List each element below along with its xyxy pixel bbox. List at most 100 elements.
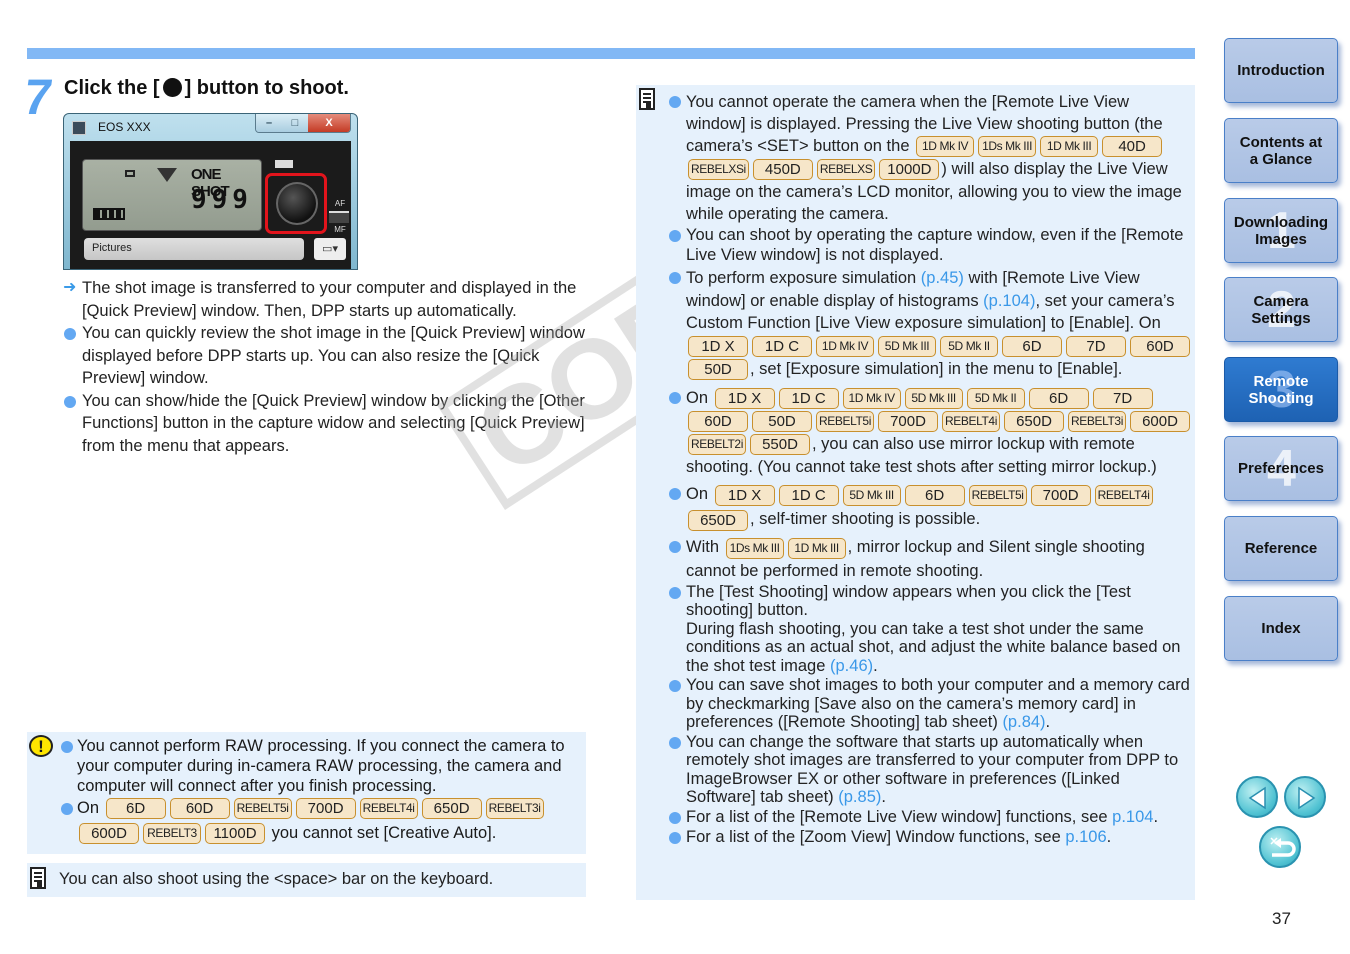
model-badge: 1D Mk III	[1040, 136, 1099, 158]
note-text: You can save shot images to both your co…	[686, 676, 1190, 732]
af-mf-switch[interactable]: AF MF	[329, 199, 351, 235]
shutter-button[interactable]	[276, 182, 318, 225]
bullet-icon	[669, 811, 681, 824]
capture-window-body: ONE SHOT 999 AF MF Pictures ▭▾	[70, 141, 351, 269]
bullet-icon	[61, 741, 73, 753]
caution-text: you cannot set [Creative Auto].	[271, 824, 497, 842]
bullet-icon	[64, 395, 76, 408]
model-badge: 700D	[878, 411, 938, 433]
shutter-button-icon	[162, 78, 182, 97]
model-badge: 40D	[1102, 136, 1163, 158]
maximize-button[interactable]: □	[282, 114, 308, 132]
list-item: You can show/hide the [Quick Preview] wi…	[63, 390, 588, 458]
step-title-prefix: Click the [	[64, 77, 160, 99]
note-text: On	[686, 485, 709, 504]
memo-icon	[639, 88, 655, 110]
bullet-icon	[669, 736, 681, 749]
model-badge: 1D X	[714, 484, 775, 506]
model-badge: 60D	[688, 411, 748, 433]
next-page-button[interactable]	[1284, 776, 1326, 818]
model-badge: 50D	[688, 359, 748, 381]
folder-menu-button[interactable]: ▭▾	[314, 238, 346, 260]
model-badge: REBELT4i	[359, 798, 418, 820]
page-link[interactable]: p.106	[1065, 828, 1106, 846]
lcd-panel: ONE SHOT 999	[82, 159, 262, 231]
model-badge: REBELT4i	[942, 411, 1000, 433]
return-icon	[1270, 837, 1296, 857]
step-body: ➜ The shot image is transferred to your …	[63, 277, 588, 457]
model-badge: 1100D	[205, 823, 265, 845]
nav-preferences[interactable]: 4 Preferences	[1224, 436, 1338, 501]
model-badge: 6D	[105, 798, 166, 820]
model-badge: 1D Mk IV	[916, 136, 975, 158]
nav-label: Preferences	[1238, 460, 1324, 477]
drive-mode-icon[interactable]	[125, 170, 135, 177]
save-folder-field[interactable]: Pictures	[84, 238, 304, 260]
nav-reference[interactable]: Reference	[1224, 516, 1338, 581]
model-badge: 450D	[752, 159, 813, 181]
list-item-text: You can quickly review the shot image in…	[82, 324, 585, 387]
bullet-icon	[669, 488, 681, 501]
note-text: To perform exposure simulation	[686, 269, 917, 288]
capture-window-title: EOS XXX	[98, 120, 151, 134]
note-text: On	[686, 389, 709, 408]
return-button[interactable]	[1259, 826, 1301, 868]
model-badge: 1D C	[778, 388, 839, 410]
bullet-icon	[669, 680, 681, 693]
result-text: ➜ The shot image is transferred to your …	[63, 277, 588, 322]
model-badge: 1D Mk IV	[842, 388, 901, 410]
nav-introduction[interactable]: Introduction	[1224, 38, 1338, 103]
window-controls: – □ X	[255, 114, 351, 133]
page-link[interactable]: (p.85)	[838, 788, 881, 806]
minimize-button[interactable]: –	[256, 114, 282, 132]
note-text: , set [Exposure simulation] in the menu …	[750, 359, 1123, 378]
bullet-icon	[669, 96, 681, 108]
switch-handle[interactable]	[329, 211, 349, 223]
note-item: The [Test Shooting] window appears when …	[668, 583, 1193, 676]
close-button[interactable]: X	[308, 114, 350, 132]
model-badge: 1000D	[879, 159, 940, 181]
model-badge: 5D Mk III	[878, 335, 936, 357]
note-item: You cannot operate the camera when the […	[668, 91, 1193, 225]
model-badge: 7D	[1066, 335, 1126, 357]
af-point-icon[interactable]	[157, 168, 177, 182]
note-item: You can shoot by operating the capture w…	[668, 226, 1193, 265]
indicator-lamp	[275, 160, 293, 168]
bullet-icon	[669, 272, 681, 285]
page-number: 37	[1272, 909, 1291, 928]
bullet-icon	[64, 328, 76, 340]
model-badge: REBELT4i	[1094, 484, 1153, 506]
note-text: You can shoot by operating the capture w…	[686, 226, 1184, 264]
bullet-icon	[61, 803, 73, 815]
nav-remote-shooting[interactable]: 3 Remote Shooting	[1224, 357, 1338, 422]
model-badge: 5D Mk III	[904, 388, 963, 410]
step-title: Click the [] button to shoot.	[64, 76, 349, 100]
caution-item: On 6D 60D REBELT5i 700D REBELT4i 650D REBELT3i…	[60, 796, 584, 846]
page-link[interactable]: (p.45)	[921, 269, 964, 287]
nav-contents-at-a-glance[interactable]: Contents at a Glance	[1224, 118, 1338, 183]
bullet-icon	[669, 230, 681, 243]
note-text: You can change the software that starts …	[686, 732, 1179, 807]
nav-label: Introduction	[1237, 62, 1325, 79]
prev-page-button[interactable]	[1236, 776, 1278, 818]
list-item-text: You can show/hide the [Quick Preview] wi…	[82, 391, 585, 455]
nav-index[interactable]: Index	[1224, 596, 1338, 661]
model-badge: 1Ds Mk III	[978, 136, 1037, 158]
note-text: For a list of the [Zoom View] Window fun…	[686, 828, 1061, 847]
prev-page-icon	[1248, 786, 1266, 810]
page-link[interactable]: (p.104)	[983, 292, 1035, 310]
page-link[interactable]: (p.46)	[830, 657, 873, 675]
model-badge: 6D	[904, 484, 965, 506]
nav-downloading-images[interactable]: 1 Downloading Images	[1224, 198, 1338, 263]
model-badge: 5D Mk III	[842, 484, 901, 506]
page-link[interactable]: p.104	[1112, 808, 1153, 826]
shots-remaining: 999	[191, 185, 253, 215]
page-link[interactable]: (p.84)	[1002, 713, 1045, 731]
note-text: , self-timer shooting is possible.	[750, 510, 981, 529]
model-badge: REBELT5i	[968, 484, 1027, 506]
nav-label: Contents at a Glance	[1239, 133, 1323, 168]
model-badge: 700D	[295, 798, 356, 820]
nav-camera-settings[interactable]: 2 Camera Settings	[1224, 277, 1338, 342]
model-badge: REBELT3	[143, 823, 201, 845]
memo-icon	[30, 867, 46, 889]
